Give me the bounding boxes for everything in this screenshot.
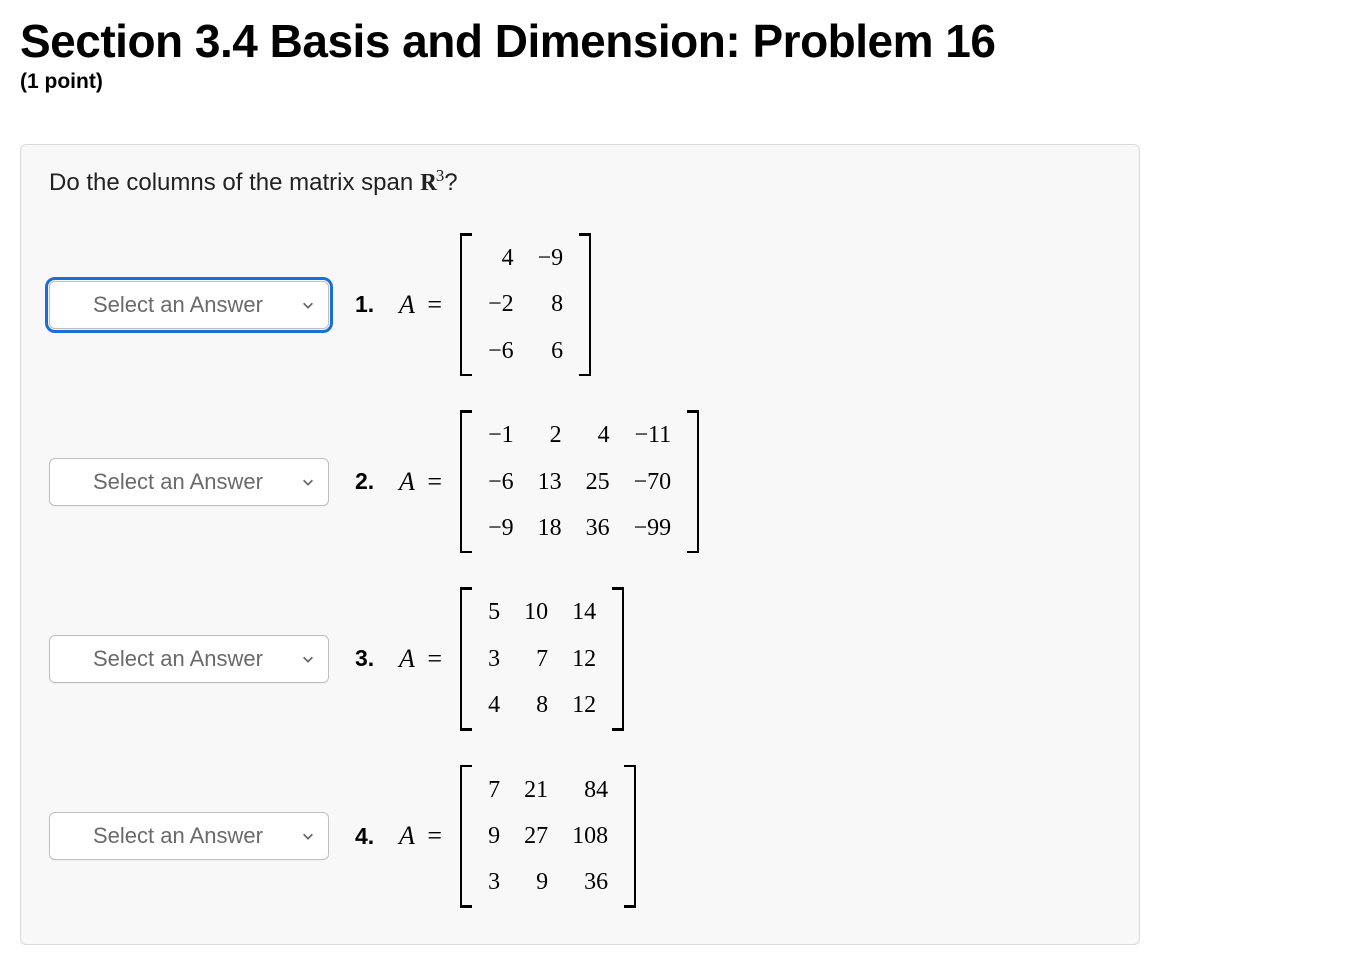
matrix-cell: 8 — [526, 281, 576, 327]
right-bracket — [581, 233, 591, 376]
problem-item: Select an Answer 1. A = 4−9−28−66 — [49, 233, 1111, 376]
matrix-row: 3936 — [476, 859, 620, 905]
matrix-table: 5101437124812 — [476, 589, 608, 728]
left-bracket — [460, 410, 470, 553]
matrix-row: 4812 — [476, 682, 608, 728]
matrix-cell: 12 — [560, 636, 608, 682]
matrix-cell: 9 — [476, 813, 512, 859]
problem-item: Select an Answer3.A =5101437124812 — [49, 587, 1111, 730]
matrix-cell: 9 — [512, 859, 560, 905]
matrix-cell: 27 — [512, 813, 560, 859]
matrix-cell: −11 — [622, 412, 684, 458]
problem-box: Do the columns of the matrix span R3? Se… — [20, 144, 1140, 945]
matrix-cell: 21 — [512, 767, 560, 813]
matrix-row: −61325−70 — [476, 459, 683, 505]
matrix-cell: −9 — [526, 235, 576, 281]
answer-select-wrap: Select an Answer — [49, 458, 329, 506]
matrix-cell: 2 — [526, 412, 574, 458]
matrix-cell: 4 — [476, 235, 526, 281]
matrix: 721849271083936 — [460, 765, 636, 908]
matrix-cell: 84 — [560, 767, 620, 813]
matrix-row: −28 — [476, 281, 575, 327]
real-set-symbol: R — [420, 170, 436, 197]
a-equals-label: A = — [399, 467, 442, 497]
answer-select[interactable]: Select an Answer — [49, 458, 329, 506]
question-suffix: ? — [444, 169, 457, 196]
matrix-cell: 13 — [526, 459, 574, 505]
matrix-cell: 18 — [526, 505, 574, 551]
answer-select[interactable]: Select an Answer — [49, 281, 329, 329]
matrix-cell: −2 — [476, 281, 526, 327]
matrix: 4−9−28−66 — [460, 233, 591, 376]
left-bracket — [460, 587, 470, 730]
item-number: 1. — [355, 291, 379, 318]
answer-select-wrap: Select an Answer — [49, 812, 329, 860]
problem-item: Select an Answer4.A =721849271083936 — [49, 765, 1111, 908]
matrix-cell: 8 — [512, 682, 560, 728]
matrix-cell: −99 — [622, 505, 684, 551]
item-number: 3. — [355, 645, 379, 672]
matrix-cell: 12 — [560, 682, 608, 728]
matrix-cell: 10 — [512, 589, 560, 635]
problem-item: Select an Answer2.A =−124−11−61325−70−91… — [49, 410, 1111, 553]
page-title: Section 3.4 Basis and Dimension: Problem… — [20, 14, 1350, 68]
right-bracket — [614, 587, 624, 730]
matrix-cell: 4 — [476, 682, 512, 728]
matrix: −124−11−61325−70−91836−99 — [460, 410, 699, 553]
question-prefix: Do the columns of the matrix span — [49, 169, 420, 196]
matrix: 5101437124812 — [460, 587, 624, 730]
matrix-cell: 7 — [476, 767, 512, 813]
answer-select[interactable]: Select an Answer — [49, 812, 329, 860]
answer-select-wrap: Select an Answer — [49, 281, 329, 329]
matrix-row: −124−11 — [476, 412, 683, 458]
matrix-cell: −70 — [622, 459, 684, 505]
matrix-cell: 3 — [476, 859, 512, 905]
answer-select-wrap: Select an Answer — [49, 635, 329, 683]
matrix-table: 4−9−28−66 — [476, 235, 575, 374]
item-number: 4. — [355, 823, 379, 850]
matrix-row: 51014 — [476, 589, 608, 635]
answer-select[interactable]: Select an Answer — [49, 635, 329, 683]
matrix-cell: 5 — [476, 589, 512, 635]
right-bracket — [689, 410, 699, 553]
question-text: Do the columns of the matrix span R3? — [49, 169, 1111, 197]
matrix-row: 4−9 — [476, 235, 575, 281]
matrix-cell: 6 — [526, 328, 576, 374]
items-container: Select an Answer1.A =4−9−28−66Select an … — [49, 233, 1111, 908]
matrix-row: 3712 — [476, 636, 608, 682]
left-bracket — [460, 765, 470, 908]
matrix-cell: −9 — [476, 505, 526, 551]
a-equals-label: A = — [399, 644, 442, 674]
a-equals-label: A = — [399, 821, 442, 851]
matrix-table: 721849271083936 — [476, 767, 620, 906]
matrix-cell: −6 — [476, 459, 526, 505]
matrix-row: 72184 — [476, 767, 620, 813]
matrix-cell: −1 — [476, 412, 526, 458]
right-bracket — [626, 765, 636, 908]
a-equals-label: A = — [399, 290, 442, 320]
matrix-cell: −6 — [476, 328, 526, 374]
matrix-cell: 4 — [574, 412, 622, 458]
matrix-cell: 7 — [512, 636, 560, 682]
matrix-row: 927108 — [476, 813, 620, 859]
matrix-cell: 3 — [476, 636, 512, 682]
matrix-row: −66 — [476, 328, 575, 374]
matrix-cell: 36 — [574, 505, 622, 551]
left-bracket — [460, 233, 470, 376]
matrix-table: −124−11−61325−70−91836−99 — [476, 412, 683, 551]
matrix-cell: 36 — [560, 859, 620, 905]
matrix-row: −91836−99 — [476, 505, 683, 551]
matrix-cell: 25 — [574, 459, 622, 505]
points-label: (1 point) — [20, 70, 1350, 94]
item-number: 2. — [355, 468, 379, 495]
matrix-cell: 108 — [560, 813, 620, 859]
matrix-cell: 14 — [560, 589, 608, 635]
